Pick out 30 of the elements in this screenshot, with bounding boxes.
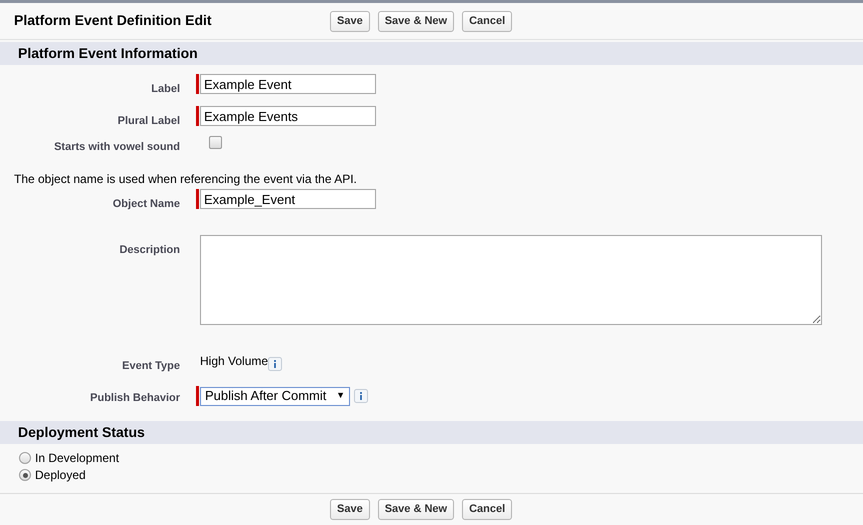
field-value: High Volume: [200, 353, 268, 370]
form-button[interactable]: Save & New: [378, 499, 454, 520]
radio-label: In Development: [35, 450, 120, 466]
description-field[interactable]: [200, 235, 822, 325]
section-header: Platform Event Information: [0, 42, 863, 65]
info-icon[interactable]: [354, 389, 368, 403]
form-button[interactable]: Save: [330, 499, 370, 520]
field-label: Plural Label: [118, 115, 180, 127]
form-button[interactable]: Cancel: [462, 499, 512, 520]
field-label: Label: [151, 83, 180, 95]
text-field[interactable]: Example Events: [200, 106, 376, 126]
checkbox[interactable]: [209, 136, 222, 149]
text-field[interactable]: Example Event: [200, 74, 376, 94]
form-button[interactable]: Cancel: [462, 10, 512, 32]
field-label: Object Name: [112, 198, 180, 210]
radio-label: Deployed: [35, 467, 86, 483]
field-label: Starts with vowel sound: [54, 141, 180, 153]
section-header: Deployment Status: [0, 421, 863, 444]
help-text: The object name is used when referencing the event via the API.: [14, 172, 357, 186]
field-label: Description: [119, 244, 180, 256]
radio-button[interactable]: [19, 452, 31, 464]
page-title: Platform Event Definition Edit: [14, 12, 212, 28]
select-field[interactable]: Publish After Commit ▼: [200, 386, 350, 406]
info-icon[interactable]: [268, 357, 282, 371]
text-field[interactable]: Example_Event: [200, 189, 376, 209]
field-label: Event Type: [122, 360, 180, 372]
form-button[interactable]: Save & New: [378, 10, 454, 32]
form-button[interactable]: Save: [330, 10, 370, 32]
field-label: Publish Behavior: [90, 392, 180, 404]
radio-button[interactable]: [19, 469, 31, 481]
